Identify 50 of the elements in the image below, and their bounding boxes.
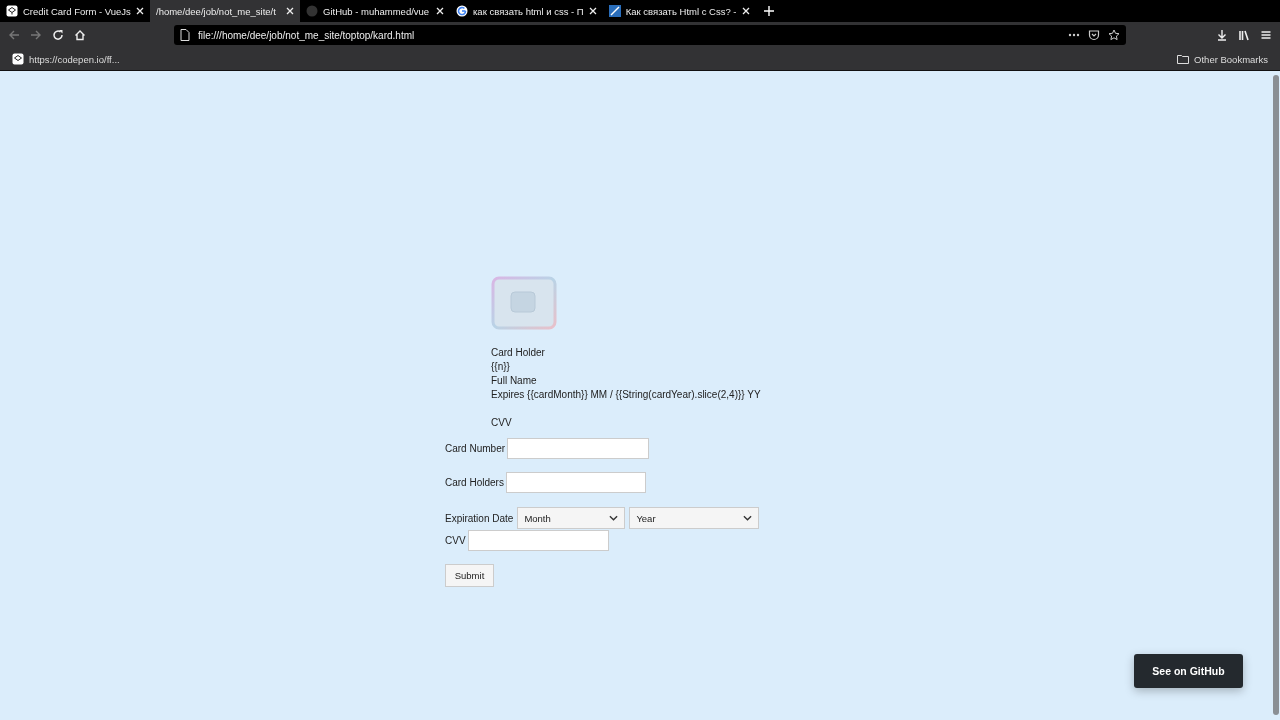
caret-icon bbox=[609, 515, 619, 521]
field-label: Card Holders bbox=[445, 477, 504, 488]
card-cvv-label: CVV bbox=[491, 416, 512, 430]
cvv-field[interactable] bbox=[467, 530, 609, 551]
browser-tab[interactable]: Как связать Html с Css? - bbox=[602, 0, 756, 22]
bookmark-item[interactable]: https://codepen.io/ff... bbox=[12, 53, 120, 65]
cube-icon bbox=[12, 53, 24, 65]
reload-icon[interactable] bbox=[52, 29, 64, 41]
scrollbar[interactable] bbox=[1273, 75, 1279, 715]
folder-icon bbox=[1177, 53, 1190, 65]
browser-tab[interactable]: /home/dee/job/not_me_site/t bbox=[150, 0, 300, 22]
expires-text: Expires {{cardMonth}} MM / {{String(cardYear).slice(2,4)}} YY bbox=[491, 388, 761, 402]
github-button[interactable]: See on GitHub bbox=[1134, 654, 1243, 688]
download-icon[interactable] bbox=[1216, 29, 1228, 41]
card-holder-field[interactable] bbox=[505, 472, 646, 493]
full-name-text: Full Name bbox=[491, 374, 537, 388]
close-icon[interactable] bbox=[286, 7, 294, 15]
cube-icon bbox=[6, 5, 18, 17]
browser-tab[interactable]: как связать html и css - П bbox=[450, 0, 603, 22]
month-select[interactable]: Month bbox=[517, 507, 626, 529]
star-icon[interactable] bbox=[1108, 29, 1120, 41]
close-icon[interactable] bbox=[741, 7, 750, 15]
forward-icon[interactable] bbox=[30, 29, 42, 41]
browser-tab[interactable]: Credit Card Form - VueJs bbox=[0, 0, 150, 22]
library-icon[interactable] bbox=[1238, 29, 1250, 41]
year-select[interactable]: Year bbox=[629, 507, 760, 529]
google-icon bbox=[456, 5, 468, 17]
new-tab-icon[interactable] bbox=[763, 6, 774, 16]
other-bookmarks-button[interactable]: Other Bookmarks bbox=[1177, 53, 1268, 65]
caret-icon bbox=[743, 515, 753, 521]
field-label: CVV bbox=[445, 535, 466, 546]
field-label: Expiration Date bbox=[445, 512, 514, 524]
close-icon[interactable] bbox=[436, 7, 444, 15]
home-icon[interactable] bbox=[74, 29, 86, 41]
address-bar[interactable]: file:///home/dee/job/not_me_site/toptop/kard.html bbox=[174, 25, 1126, 45]
card-number-field[interactable] bbox=[507, 438, 650, 459]
close-icon[interactable] bbox=[136, 7, 144, 15]
page-icon bbox=[180, 29, 190, 41]
pocket-icon[interactable] bbox=[1088, 29, 1100, 41]
browser-tab[interactable]: GitHub - muhammed/vue bbox=[300, 0, 450, 22]
menu-icon[interactable] bbox=[1260, 29, 1272, 41]
card-holder-value: {{n}} bbox=[491, 360, 510, 374]
submit-button[interactable]: Submit bbox=[445, 564, 494, 587]
close-icon[interactable] bbox=[588, 7, 597, 15]
field-label: Card Number bbox=[445, 443, 506, 454]
card-image bbox=[491, 276, 557, 330]
url-text: file:///home/dee/job/not_me_site/toptop/kard.html bbox=[198, 29, 415, 41]
card-holder-label: Card Holder bbox=[491, 346, 545, 360]
back-icon[interactable] bbox=[8, 29, 20, 41]
site-icon bbox=[608, 5, 621, 17]
